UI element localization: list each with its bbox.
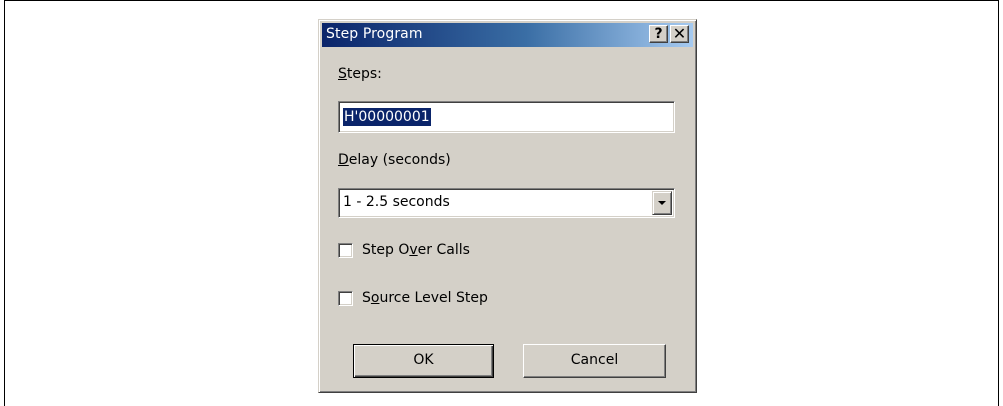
steps-label: Steps: — [338, 66, 382, 82]
source-level-step-checkbox[interactable] — [338, 291, 353, 306]
delay-select[interactable]: 1 - 2.5 seconds — [338, 188, 675, 218]
help-icon[interactable]: ? — [649, 25, 668, 43]
step-over-calls-checkbox[interactable] — [338, 243, 353, 258]
figure-frame: Step Program ? ✕ Steps: H'00000001 Delay… — [4, 0, 999, 406]
cancel-button[interactable]: Cancel — [523, 344, 666, 378]
close-icon[interactable]: ✕ — [670, 25, 689, 43]
steps-input-value: H'00000001 — [343, 108, 431, 126]
title-bar[interactable]: Step Program ? ✕ — [322, 23, 693, 47]
step-over-calls-label: Step Over Calls — [362, 242, 470, 258]
ok-button[interactable]: OK — [353, 344, 494, 378]
delay-select-value: 1 - 2.5 seconds — [343, 194, 450, 210]
source-level-step-label: Source Level Step — [362, 290, 488, 306]
delay-label: Delay (seconds) — [338, 152, 451, 168]
step-program-dialog: Step Program ? ✕ Steps: H'00000001 Delay… — [318, 19, 697, 393]
steps-input[interactable]: H'00000001 — [338, 101, 675, 133]
dialog-title: Step Program — [326, 26, 423, 42]
chevron-down-icon[interactable] — [652, 191, 672, 215]
